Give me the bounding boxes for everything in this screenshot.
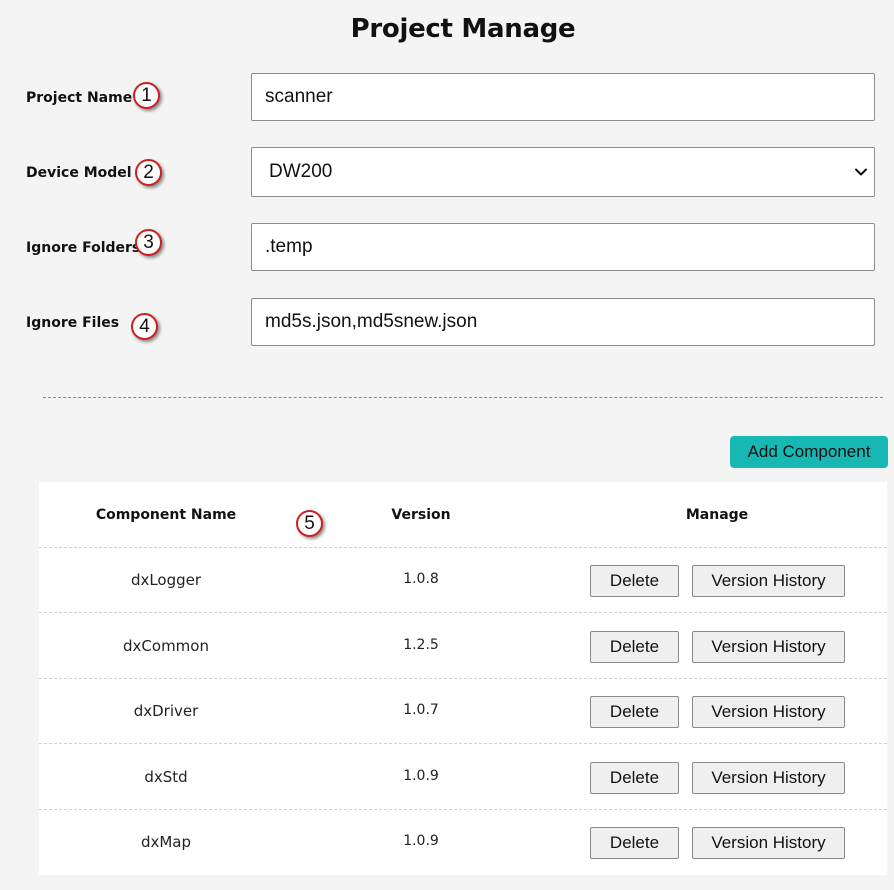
table-row: dxStd 1.0.9 Delete Version History xyxy=(39,745,887,810)
ignore-files-label: Ignore Files xyxy=(26,315,120,331)
version-cell: 1.0.9 xyxy=(403,768,439,784)
ignore-files-input[interactable] xyxy=(251,298,875,346)
version-cell: 1.0.9 xyxy=(403,833,439,849)
table-row: dxLogger 1.0.8 Delete Version History xyxy=(39,548,887,613)
device-model-selected-value: DW200 xyxy=(269,161,333,182)
table-row: dxDriver 1.0.7 Delete Version History xyxy=(39,679,887,744)
table-header: Component Name Version Manage 5 xyxy=(39,482,887,548)
version-history-button[interactable]: Version History xyxy=(692,827,845,859)
component-name-cell: dxLogger xyxy=(130,571,202,589)
component-name-cell: dxCommon xyxy=(123,637,209,655)
annotation-marker-4: 4 xyxy=(131,313,158,340)
ignore-folders-input[interactable] xyxy=(251,223,875,271)
annotation-marker-1: 1 xyxy=(133,82,160,109)
component-name-cell: dxStd xyxy=(144,768,188,786)
delete-button[interactable]: Delete xyxy=(590,631,679,663)
delete-button[interactable]: Delete xyxy=(590,696,679,728)
version-cell: 1.0.7 xyxy=(403,702,439,718)
component-name-cell: dxMap xyxy=(140,833,192,851)
delete-button[interactable]: Delete xyxy=(590,565,679,597)
component-name-cell: dxDriver xyxy=(133,702,199,720)
version-cell: 1.2.5 xyxy=(403,637,439,653)
ignore-folders-label: Ignore Folders xyxy=(26,240,141,256)
device-model-label: Device Model xyxy=(26,165,132,181)
annotation-marker-5: 5 xyxy=(296,510,323,537)
add-component-button[interactable]: Add Component xyxy=(730,436,888,468)
annotation-marker-2: 2 xyxy=(135,159,162,186)
version-history-button[interactable]: Version History xyxy=(692,696,845,728)
chevron-down-icon xyxy=(855,168,867,176)
table-row: dxCommon 1.2.5 Delete Version History xyxy=(39,614,887,679)
project-name-label: Project Name xyxy=(26,90,133,106)
components-table: Component Name Version Manage 5 dxLogger… xyxy=(39,482,887,875)
column-header-component-name: Component Name xyxy=(95,507,237,523)
column-header-version: Version xyxy=(391,507,451,523)
version-history-button[interactable]: Version History xyxy=(692,565,845,597)
delete-button[interactable]: Delete xyxy=(590,827,679,859)
version-history-button[interactable]: Version History xyxy=(692,631,845,663)
version-cell: 1.0.8 xyxy=(403,571,439,587)
section-divider xyxy=(43,397,883,398)
page-title: Project Manage xyxy=(350,14,576,44)
column-header-manage: Manage xyxy=(685,507,749,523)
version-history-button[interactable]: Version History xyxy=(692,762,845,794)
delete-button[interactable]: Delete xyxy=(590,762,679,794)
device-model-select[interactable]: DW200 xyxy=(251,147,875,197)
project-name-input[interactable] xyxy=(251,73,875,121)
table-row: dxMap 1.0.9 Delete Version History xyxy=(39,810,887,875)
annotation-marker-3: 3 xyxy=(135,229,162,256)
